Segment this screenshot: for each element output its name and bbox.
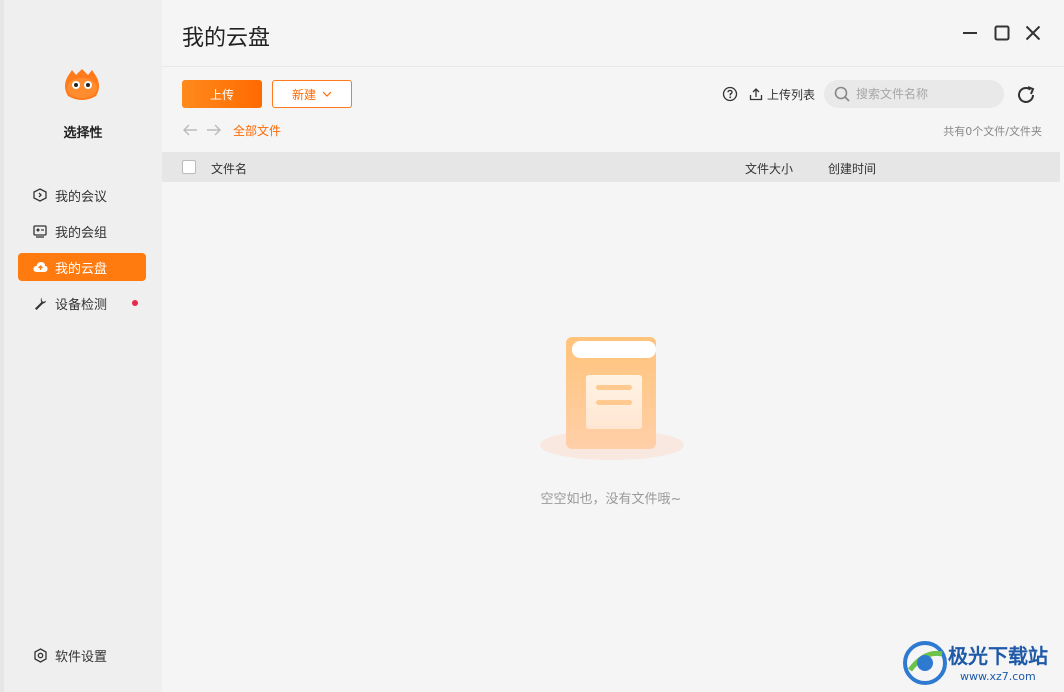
column-header-size[interactable]: 文件大小 (745, 160, 793, 177)
search-input[interactable] (856, 87, 996, 101)
back-arrow-icon[interactable] (182, 122, 198, 138)
sidebar-item-label: 我的会议 (55, 189, 108, 205)
settings-label: 软件设置 (55, 649, 108, 665)
page-title: 我的云盘 (182, 26, 271, 51)
title-divider (162, 66, 1064, 67)
watermark-logo-icon (903, 641, 947, 685)
close-icon (1025, 25, 1041, 41)
sidebar: 选择性 我的会议 我的会组 我的云盘 设备检测 软件设置 (4, 0, 162, 692)
empty-state-message: 空空如也，没有文件哦~ (540, 492, 682, 507)
minimize-icon (963, 32, 977, 34)
file-table-header: 文件名 文件大小 创建时间 (162, 152, 1060, 182)
help-icon[interactable] (722, 86, 738, 102)
search-icon (834, 86, 850, 102)
refresh-icon[interactable] (1015, 84, 1037, 106)
watermark-title: 极光下载站 (948, 644, 1048, 668)
wrench-icon (32, 295, 48, 311)
sidebar-item-label: 我的云盘 (55, 261, 108, 277)
column-header-name[interactable]: 文件名 (211, 160, 247, 177)
chevron-down-icon (322, 91, 332, 97)
file-count: 共有0个文件/文件夹 (943, 125, 1042, 138)
empty-book-illustration (540, 337, 684, 460)
user-name: 选择性 (63, 126, 103, 141)
sidebar-item-cloud[interactable]: 我的云盘 (18, 253, 146, 281)
new-button-label: 新建 (291, 87, 316, 102)
forward-arrow-icon[interactable] (206, 122, 222, 138)
cloud-icon (32, 259, 48, 275)
group-icon (32, 223, 48, 239)
sidebar-item-device-check[interactable]: 设备检测 (18, 289, 146, 317)
upload-list-button[interactable]: 上传列表 (749, 84, 815, 104)
breadcrumb-all-files[interactable]: 全部文件 (233, 122, 281, 139)
select-all-checkbox[interactable] (182, 160, 196, 174)
software-settings-button[interactable]: 软件设置 (18, 641, 146, 669)
maximize-icon (994, 25, 1010, 41)
watermark: 极光下载站 www.xz7.com (900, 638, 1060, 688)
close-button[interactable] (1022, 22, 1044, 44)
upload-icon (749, 88, 763, 101)
upload-list-label: 上传列表 (767, 87, 816, 102)
app-window: 选择性 我的会议 我的会组 我的云盘 设备检测 软件设置 我的云盘 上传 新建 … (0, 0, 1064, 692)
watermark-url: www.xz7.com (960, 670, 1036, 683)
column-header-created[interactable]: 创建时间 (828, 160, 876, 177)
sidebar-item-label: 设备检测 (55, 297, 108, 313)
maximize-button[interactable] (991, 22, 1013, 44)
sidebar-item-meetings[interactable]: 我的会议 (18, 181, 146, 209)
app-logo (65, 69, 99, 100)
search-box[interactable] (824, 80, 1004, 108)
sidebar-item-groups[interactable]: 我的会组 (18, 217, 146, 245)
main-panel: 我的云盘 上传 新建 上传列表 搜索文件名称 全部文件 共有0个文件/文件夹 文… (162, 0, 1064, 692)
minimize-button[interactable] (959, 22, 981, 44)
settings-icon (32, 647, 48, 663)
sidebar-item-label: 我的会组 (55, 225, 108, 241)
upload-button[interactable]: 上传 (182, 80, 262, 108)
meeting-icon (32, 187, 48, 203)
new-button[interactable]: 新建 (272, 80, 352, 108)
notification-dot (132, 300, 138, 306)
